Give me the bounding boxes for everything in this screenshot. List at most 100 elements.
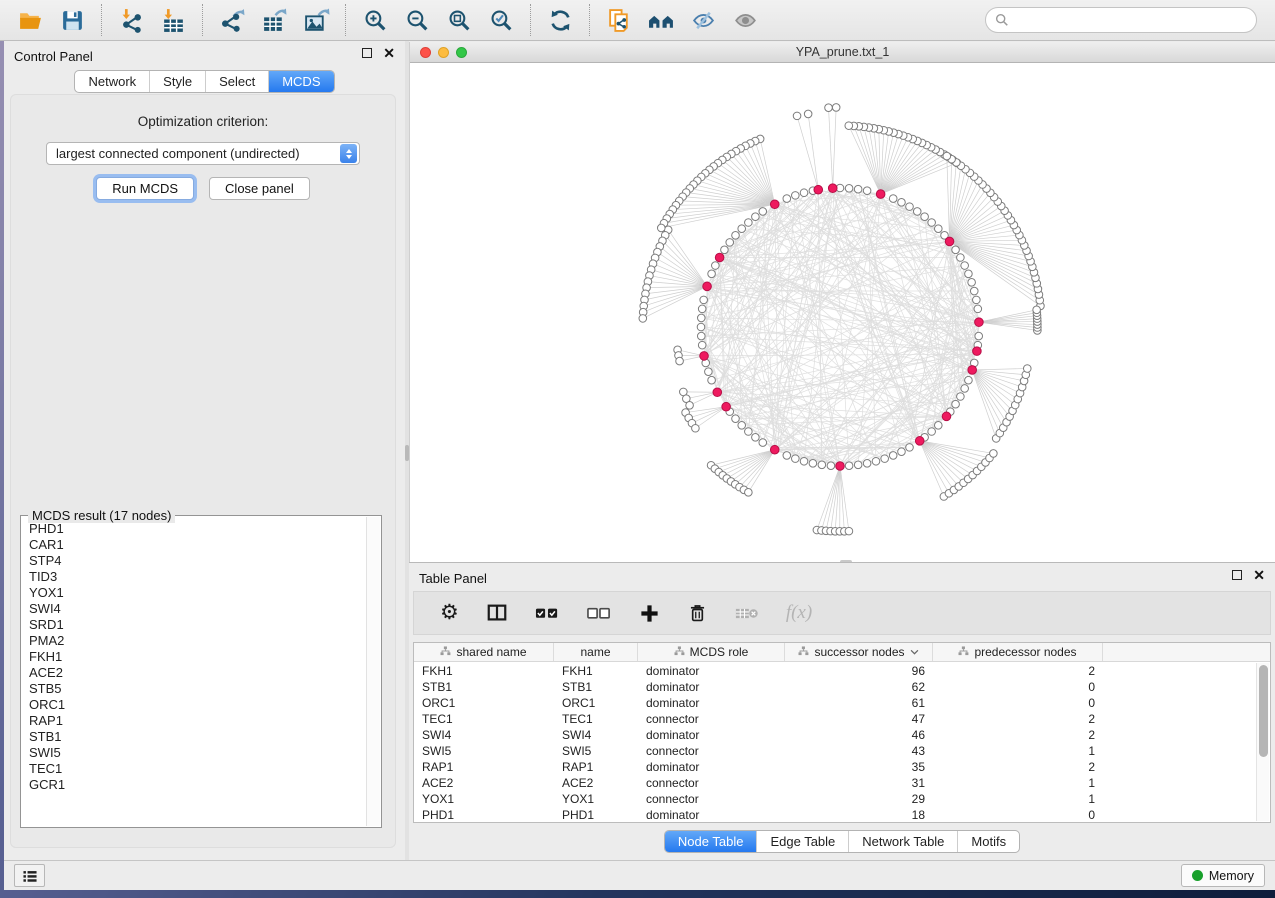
table-cell[interactable]: PHD1 [554, 808, 638, 822]
window-minimize-icon[interactable] [438, 47, 449, 58]
table-cell[interactable]: TEC1 [414, 712, 554, 726]
table-row[interactable]: PHD1PHD1dominator180 [414, 807, 1255, 822]
table-cell[interactable]: 0 [933, 808, 1103, 822]
mcds-node-item[interactable]: FKH1 [29, 649, 365, 665]
mcds-node-item[interactable]: STP4 [29, 553, 365, 569]
table-cell[interactable]: 43 [785, 744, 933, 758]
table-cell[interactable]: ACE2 [414, 776, 554, 790]
mcds-hub-node[interactable] [945, 237, 954, 246]
mcds-node-item[interactable]: STB1 [29, 729, 365, 745]
table-cell[interactable]: FKH1 [414, 664, 554, 678]
delete-column-icon[interactable] [687, 602, 708, 624]
column-header-shared-name[interactable]: shared name [414, 643, 554, 661]
column-header-MCDS-role[interactable]: MCDS role [638, 643, 785, 661]
mcds-node-item[interactable]: RAP1 [29, 713, 365, 729]
table-cell[interactable]: 35 [785, 760, 933, 774]
table-cell[interactable]: dominator [638, 728, 785, 742]
mcds-node-item[interactable]: PHD1 [29, 521, 365, 537]
mcds-hub-node[interactable] [700, 352, 709, 361]
table-cell[interactable]: connector [638, 792, 785, 806]
mcds-node-item[interactable]: ORC1 [29, 697, 365, 713]
mcds-node-item[interactable]: CAR1 [29, 537, 365, 553]
tab-node-table[interactable]: Node Table [665, 831, 757, 852]
mcds-node-item[interactable]: SWI5 [29, 745, 365, 761]
open-file-button[interactable] [10, 4, 50, 37]
mcds-node-item[interactable]: PMA2 [29, 633, 365, 649]
mcds-node-item[interactable]: TEC1 [29, 761, 365, 777]
table-cell[interactable]: STB1 [414, 680, 554, 694]
select-all-checkboxes-icon[interactable] [535, 604, 560, 622]
table-cell[interactable]: RAP1 [554, 760, 638, 774]
table-cell[interactable]: connector [638, 776, 785, 790]
table-cell[interactable]: 1 [933, 776, 1103, 790]
table-cell[interactable]: SWI5 [554, 744, 638, 758]
zoom-in-button[interactable] [355, 4, 395, 37]
mcds-hub-node[interactable] [975, 318, 984, 327]
mcds-hub-node[interactable] [973, 347, 982, 356]
table-cell[interactable]: ACE2 [554, 776, 638, 790]
refresh-layout-button[interactable] [540, 4, 580, 37]
table-cell[interactable]: connector [638, 744, 785, 758]
mcds-node-item[interactable]: GCR1 [29, 777, 365, 793]
mcds-hub-node[interactable] [942, 412, 951, 421]
table-cell[interactable]: ORC1 [414, 696, 554, 710]
export-image-button[interactable] [296, 4, 336, 37]
table-cell[interactable]: 0 [933, 680, 1103, 694]
mcds-hub-node[interactable] [915, 437, 924, 446]
gear-icon[interactable]: ⚙ [440, 603, 459, 623]
table-row[interactable]: ORC1ORC1dominator610 [414, 695, 1255, 711]
table-cell[interactable]: YOX1 [414, 792, 554, 806]
table-cell[interactable]: TEC1 [554, 712, 638, 726]
table-cell[interactable]: dominator [638, 680, 785, 694]
table-cell[interactable]: dominator [638, 696, 785, 710]
table-cell[interactable]: connector [638, 712, 785, 726]
column-split-icon[interactable] [486, 602, 508, 624]
close-panel-icon[interactable]: ✕ [1253, 570, 1265, 580]
network-window-titlebar[interactable]: YPA_prune.txt_1 [410, 42, 1275, 63]
column-header-successor-nodes[interactable]: successor nodes [785, 643, 933, 661]
mcds-hub-node[interactable] [715, 253, 724, 262]
table-cell[interactable]: SWI4 [414, 728, 554, 742]
float-panel-icon[interactable] [362, 48, 372, 58]
duplicate-network-button[interactable] [599, 4, 639, 37]
table-cell[interactable]: PHD1 [414, 808, 554, 822]
table-cell[interactable]: YOX1 [554, 792, 638, 806]
table-cell[interactable]: 61 [785, 696, 933, 710]
table-row[interactable]: SWI4SWI4dominator462 [414, 727, 1255, 743]
table-cell[interactable]: 46 [785, 728, 933, 742]
column-header-name[interactable]: name [554, 643, 638, 661]
close-panel-icon[interactable]: ✕ [383, 48, 395, 58]
table-row[interactable]: TEC1TEC1connector472 [414, 711, 1255, 727]
table-cell[interactable]: 62 [785, 680, 933, 694]
mcds-hub-node[interactable] [836, 462, 845, 471]
table-cell[interactable]: 1 [933, 744, 1103, 758]
tab-network-table[interactable]: Network Table [848, 831, 957, 852]
table-cell[interactable]: dominator [638, 664, 785, 678]
mcds-node-item[interactable]: SWI4 [29, 601, 365, 617]
export-table-button[interactable] [254, 4, 294, 37]
tab-mcds[interactable]: MCDS [268, 71, 333, 92]
zoom-out-button[interactable] [397, 4, 437, 37]
delete-table-icon[interactable] [735, 605, 759, 622]
table-row[interactable]: FKH1FKH1dominator962 [414, 663, 1255, 679]
scrollbar-thumb[interactable] [1259, 665, 1268, 757]
import-table-button[interactable] [153, 4, 193, 37]
search-input[interactable] [1015, 13, 1247, 28]
import-network-button[interactable] [111, 4, 151, 37]
export-network-button[interactable] [212, 4, 252, 37]
network-canvas[interactable] [410, 63, 1275, 562]
mcds-list-scrollbar[interactable] [366, 517, 380, 826]
mcds-hub-node[interactable] [770, 445, 779, 454]
mcds-hub-node[interactable] [713, 388, 722, 397]
mcds-node-item[interactable]: YOX1 [29, 585, 365, 601]
table-cell[interactable]: SWI4 [554, 728, 638, 742]
zoom-selected-button[interactable] [481, 4, 521, 37]
show-panels-button[interactable] [14, 864, 45, 887]
table-row[interactable]: RAP1RAP1dominator352 [414, 759, 1255, 775]
mcds-hub-node[interactable] [828, 184, 837, 193]
table-cell[interactable]: SWI5 [414, 744, 554, 758]
table-cell[interactable]: 29 [785, 792, 933, 806]
table-cell[interactable]: ORC1 [554, 696, 638, 710]
mcds-hub-node[interactable] [770, 200, 779, 209]
mcds-hub-node[interactable] [814, 185, 823, 194]
